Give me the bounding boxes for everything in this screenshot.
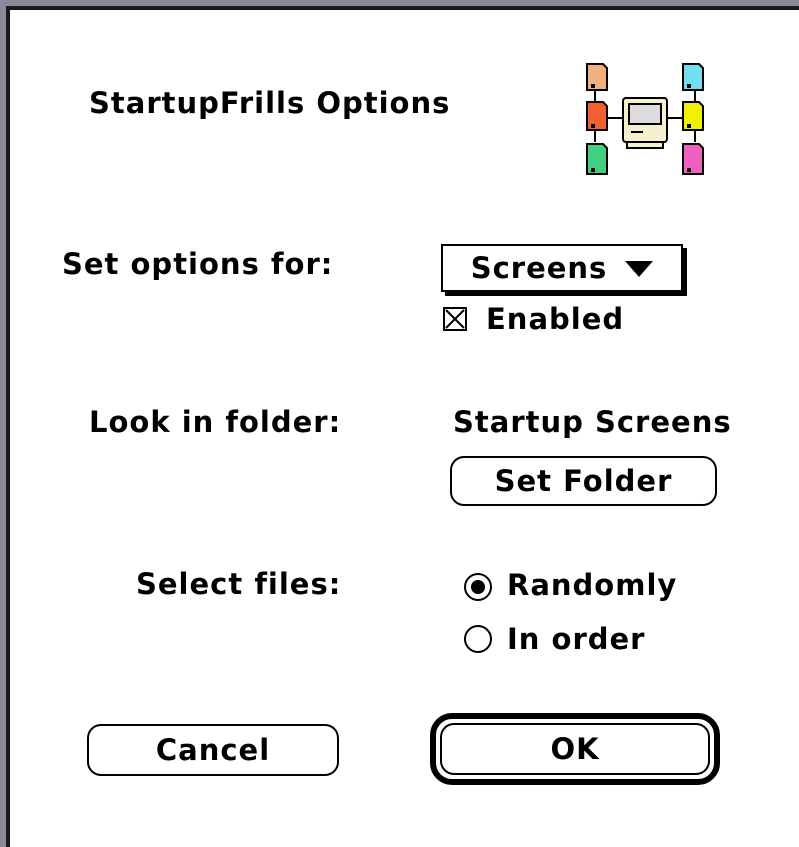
popup-down-arrow-icon — [625, 261, 654, 277]
look-in-folder-label: Look in folder: — [89, 405, 342, 439]
options-for-selected: Screens — [470, 251, 608, 285]
window-frame-left-inner — [6, 6, 10, 847]
startupfrills-options-dialog: StartupFrills Options Set options for: S… — [0, 0, 799, 847]
folder-name: Startup Screens — [453, 405, 732, 439]
enabled-checkbox[interactable] — [443, 307, 467, 331]
options-for-label: Set options for: — [62, 247, 334, 281]
select-files-label: Select files: — [136, 567, 342, 601]
randomly-label[interactable]: Randomly — [507, 568, 677, 602]
randomly-radio[interactable] — [464, 573, 492, 601]
checkbox-x-icon — [445, 309, 465, 329]
set-folder-button[interactable]: Set Folder — [450, 456, 717, 506]
window-frame-top-inner — [0, 6, 799, 10]
ok-button[interactable]: OK — [440, 723, 710, 775]
in-order-radio[interactable] — [464, 625, 492, 653]
in-order-label[interactable]: In order — [507, 622, 646, 656]
radio-selected-dot — [471, 580, 485, 594]
dialog-title: StartupFrills Options — [89, 86, 451, 120]
startupfrills-app-icon — [586, 63, 704, 175]
options-for-popup[interactable]: Screens — [441, 244, 683, 292]
enabled-label[interactable]: Enabled — [486, 302, 624, 336]
cancel-button[interactable]: Cancel — [87, 724, 339, 776]
